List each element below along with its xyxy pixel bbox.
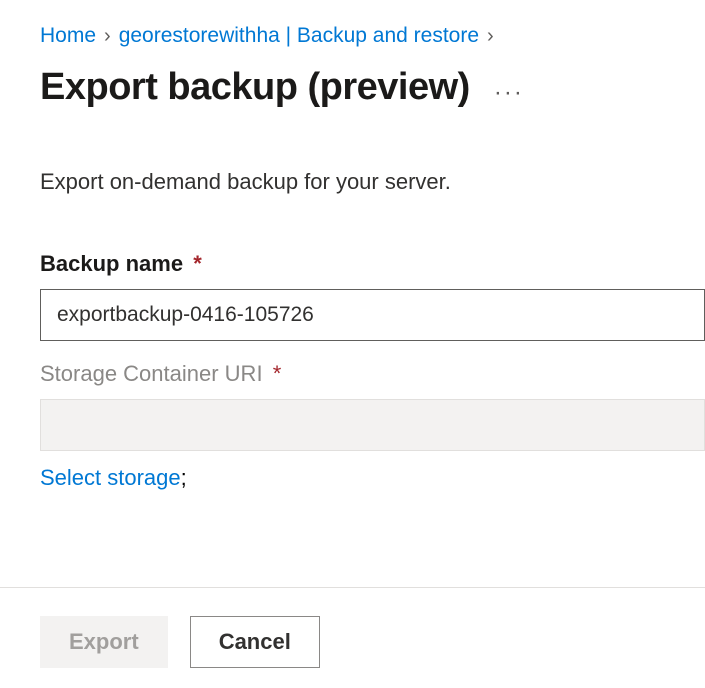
breadcrumb: Home › georestorewithha | Backup and res… [40,24,705,48]
page-description: Export on-demand backup for your server. [40,169,705,195]
backup-name-label: Backup name * [40,251,705,277]
page-title: Export backup (preview) [40,66,470,109]
select-storage-link[interactable]: Select storage [40,465,181,490]
backup-name-input[interactable] [40,289,705,341]
export-button: Export [40,616,168,668]
required-indicator: * [193,251,202,276]
backup-name-field: Backup name * [40,251,705,341]
required-indicator: * [273,361,282,386]
storage-uri-field: Storage Container URI * Select storage; [40,361,705,491]
breadcrumb-home[interactable]: Home [40,24,96,48]
cancel-button[interactable]: Cancel [190,616,320,668]
chevron-right-icon: › [487,25,494,48]
storage-uri-label: Storage Container URI * [40,361,705,387]
select-storage-suffix: ; [181,465,187,490]
more-actions-icon[interactable]: ··· [494,79,524,107]
select-storage-row: Select storage; [40,465,705,491]
chevron-right-icon: › [104,25,111,48]
breadcrumb-resource[interactable]: georestorewithha | Backup and restore [119,24,479,48]
storage-uri-input [40,399,705,451]
footer-actions: Export Cancel [0,587,705,668]
